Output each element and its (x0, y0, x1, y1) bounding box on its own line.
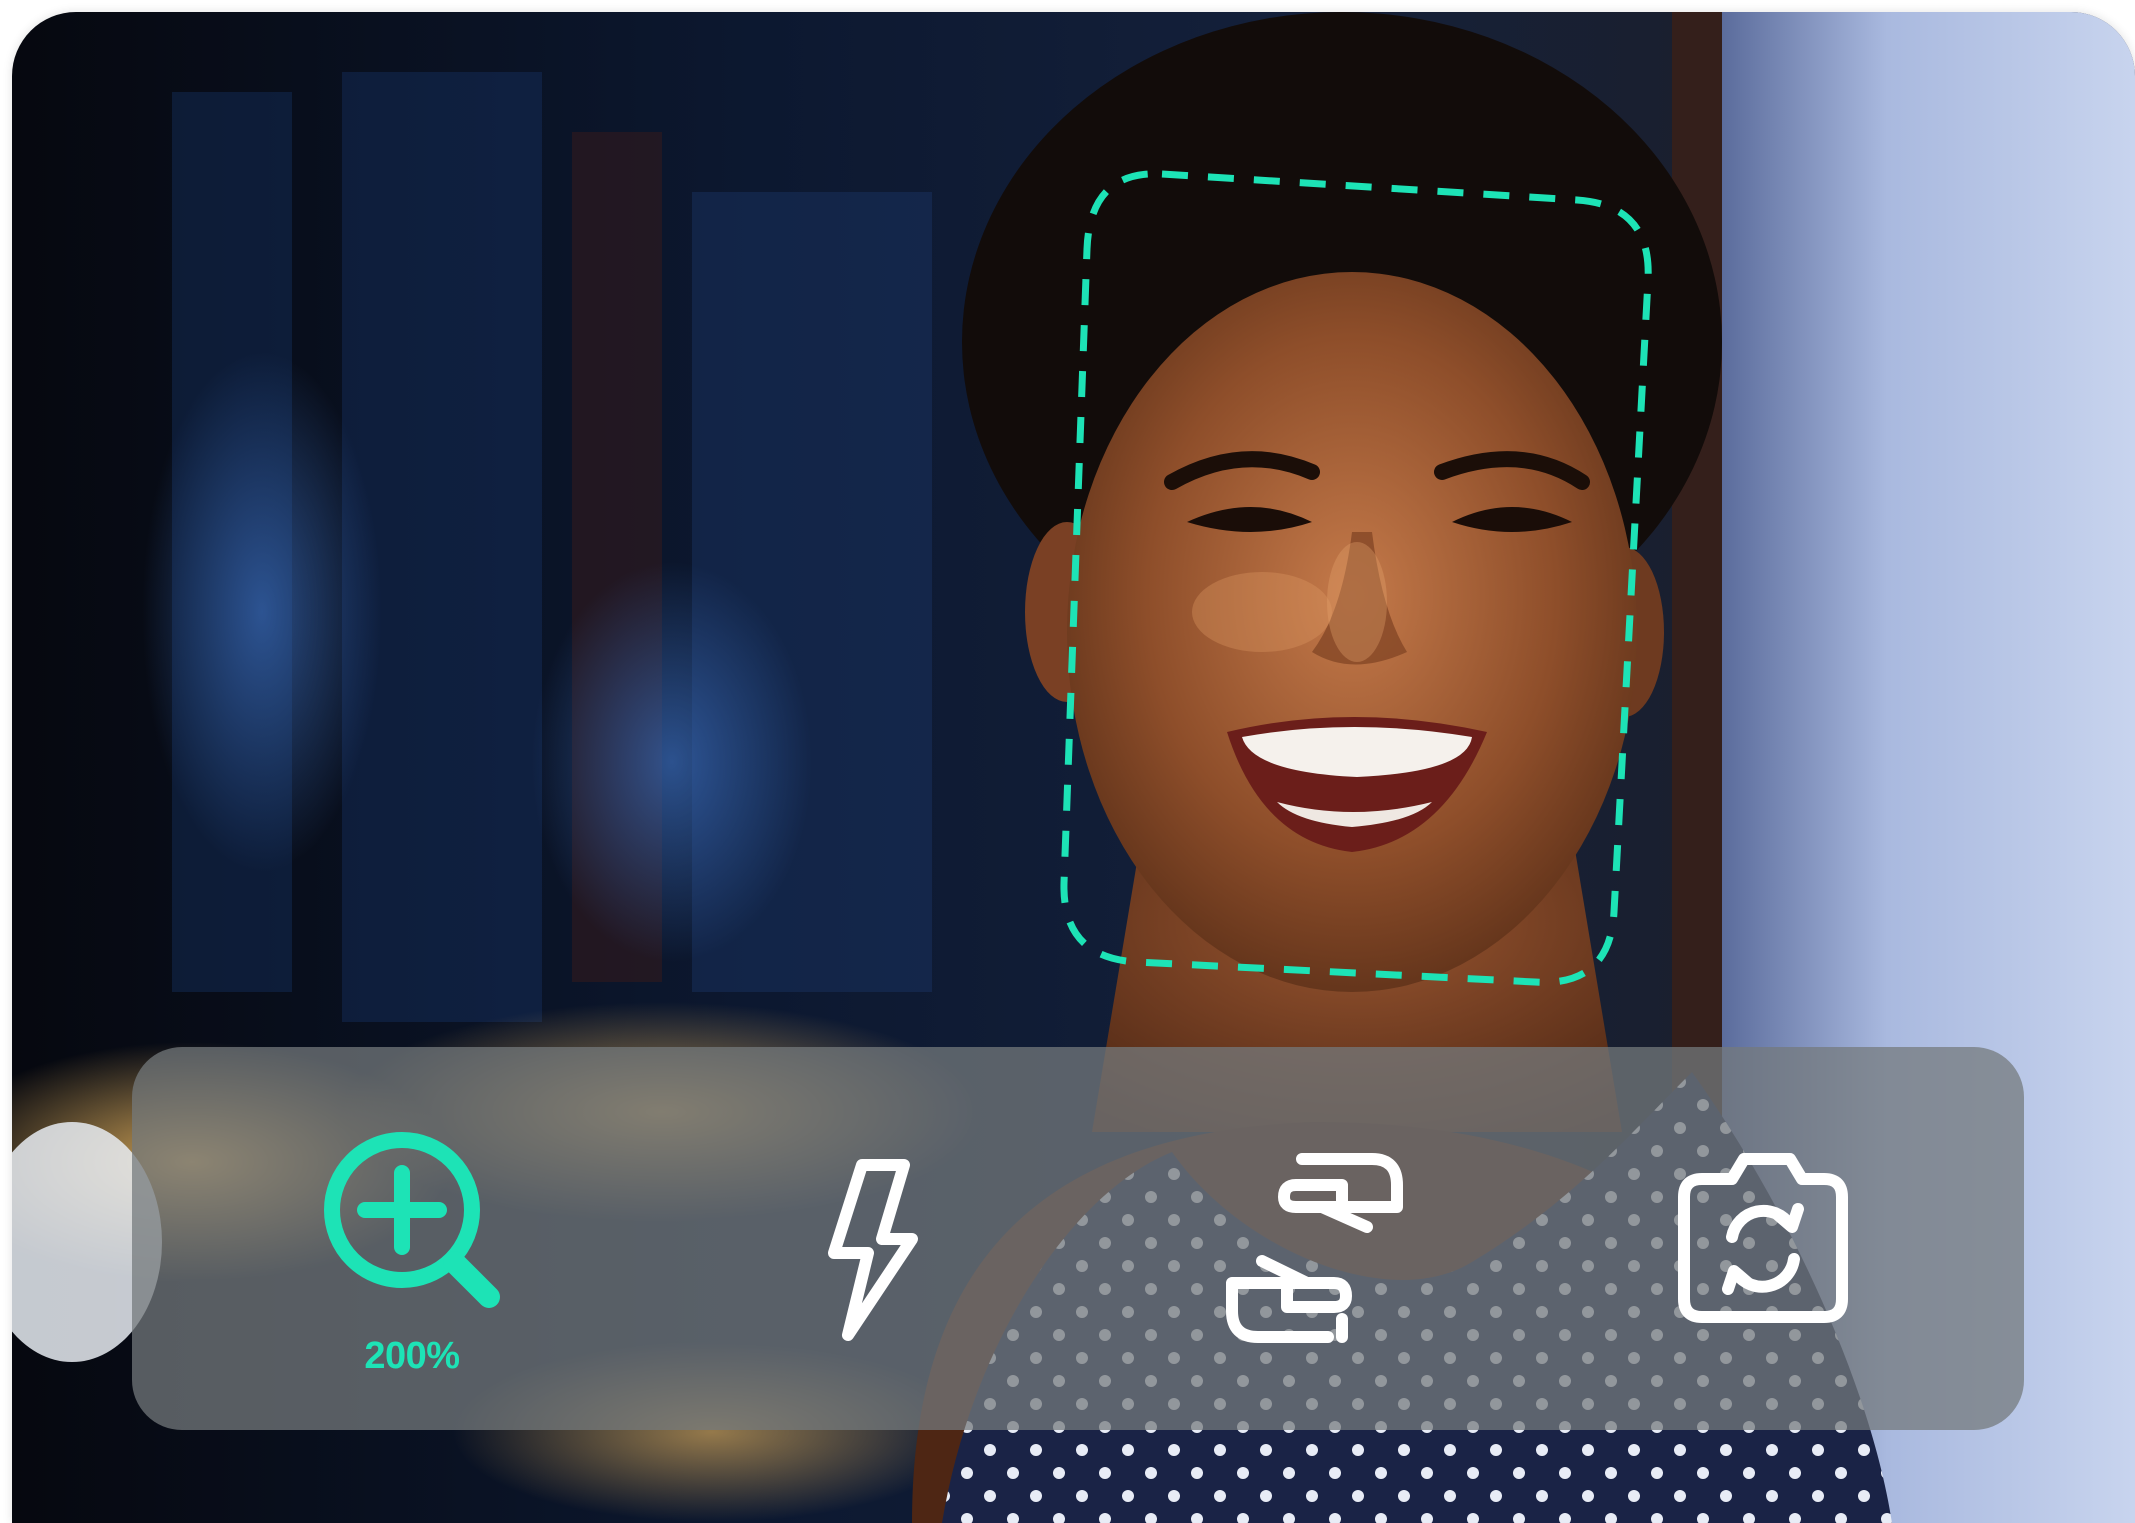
retouch-button[interactable] (1192, 1047, 1432, 1430)
camera-toolbar: 200% (132, 1047, 2024, 1430)
flash-icon (828, 1159, 918, 1341)
camera-preview: 200% (12, 12, 2135, 1523)
zoom-level-label: 200% (364, 1335, 460, 1377)
camera-switch-icon (1678, 1153, 1848, 1323)
flash-button[interactable] (752, 1047, 992, 1430)
hands-icon (1226, 1153, 1403, 1343)
zoom-button[interactable]: 200% (292, 1047, 532, 1430)
zoom-in-icon (324, 1132, 500, 1308)
switch-camera-button[interactable] (1632, 1047, 1872, 1430)
